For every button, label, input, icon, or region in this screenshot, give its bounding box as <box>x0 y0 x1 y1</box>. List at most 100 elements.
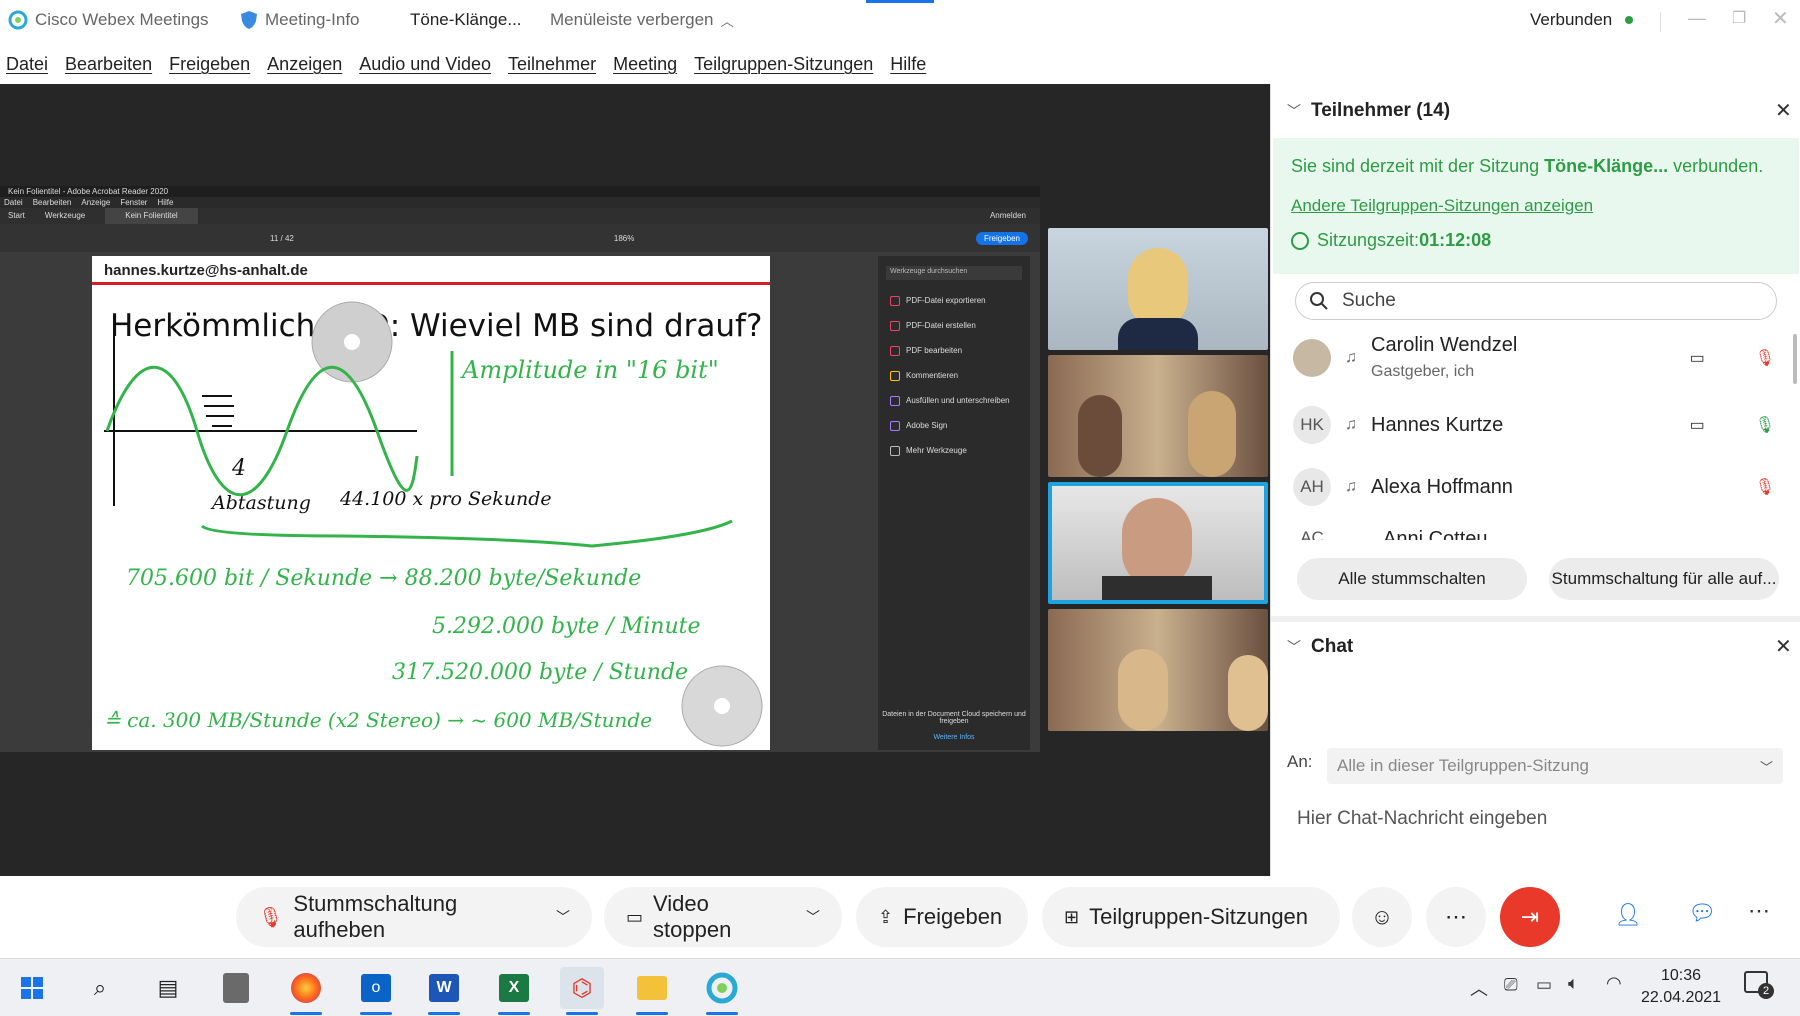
chevron-down-icon[interactable]: ﹀ <box>806 907 820 927</box>
meeting-info-label: Meeting-Info <box>265 10 360 29</box>
word-icon[interactable]: W <box>422 967 466 1015</box>
webex-icon[interactable] <box>700 967 744 1015</box>
chevron-down-icon[interactable]: ﹀ <box>556 907 570 927</box>
muted-mic-icon[interactable]: 🎙︎ <box>1755 348 1775 368</box>
tool-adobe-sign[interactable]: Adobe Sign <box>878 413 1030 438</box>
maximize-icon[interactable]: ❐ <box>1732 8 1746 28</box>
unmute-button[interactable]: 🎙︎ Stummschaltung aufheben ﹀ <box>236 887 592 947</box>
acrobat-zoom[interactable]: 186% <box>614 234 634 243</box>
acrobat-icon[interactable]: ⌬ <box>560 967 604 1015</box>
tool-create-pdf[interactable]: PDF-Datei erstellen <box>878 313 1030 338</box>
acrobat-menu-item[interactable]: Datei <box>4 197 23 208</box>
muted-mic-icon[interactable]: 🎙︎ <box>1755 477 1775 497</box>
video-tile-active[interactable] <box>1048 482 1268 604</box>
menu-teilgruppen[interactable]: Teilgruppen-Sitzungen <box>694 54 873 75</box>
file-explorer-icon[interactable] <box>630 967 674 1015</box>
more-info-link[interactable]: Weitere Infos <box>882 734 1026 741</box>
acrobat-tab-tools[interactable]: Werkzeuge <box>45 208 85 224</box>
acrobat-menu-item[interactable]: Bearbeiten <box>33 197 72 208</box>
session-tab[interactable]: Töne-Klänge... <box>410 10 522 30</box>
acrobat-menu-item[interactable]: Hilfe <box>157 197 173 208</box>
chat-title: Chat <box>1311 636 1354 657</box>
tool-edit-pdf[interactable]: PDF bearbeiten <box>878 338 1030 363</box>
video-tile[interactable] <box>1048 355 1268 477</box>
participants-header[interactable]: ﹀ Teilnehmer (14) <box>1287 100 1450 122</box>
video-tile[interactable] <box>1048 609 1268 731</box>
excel-icon[interactable]: X <box>492 967 536 1015</box>
close-participants-icon[interactable]: ✕ <box>1775 98 1792 123</box>
chat-message-input[interactable]: Hier Chat-Nachricht eingeben <box>1297 808 1777 848</box>
chat-recipient-select[interactable]: Alle in dieser Teilgruppen-Sitzung ﹀ <box>1327 748 1783 784</box>
tool-more[interactable]: Mehr Werkzeuge <box>878 438 1030 463</box>
menu-freigeben[interactable]: Freigeben <box>169 54 250 75</box>
firefox-icon[interactable] <box>284 967 328 1015</box>
acrobat-menu-item[interactable]: Fenster <box>120 197 147 208</box>
chevron-up-icon[interactable]: ︿ <box>1470 975 1488 1001</box>
more-options-button[interactable]: ⋯ <box>1426 887 1486 947</box>
tool-comment[interactable]: Kommentieren <box>878 363 1030 388</box>
share-button[interactable]: ⇪ Freigeben <box>856 887 1028 947</box>
device-icon[interactable]: ⎚ <box>1504 975 1518 995</box>
acrobat-menu-item[interactable]: Anzeige <box>81 197 110 208</box>
acrobat-tool-search[interactable]: Werkzeuge durchsuchen <box>886 266 1022 280</box>
menu-meeting[interactable]: Meeting <box>613 54 677 75</box>
participant-search-input[interactable]: Suche <box>1295 282 1777 320</box>
participant-list-scrollbar[interactable] <box>1793 334 1797 384</box>
acrobat-page-number[interactable]: 11 / 42 <box>270 234 294 243</box>
wifi-icon[interactable]: ◠ <box>1606 973 1622 994</box>
leave-meeting-button[interactable]: ⇥ <box>1500 887 1560 947</box>
menu-datei[interactable]: Datei <box>6 54 48 75</box>
minimize-icon[interactable]: — <box>1688 8 1706 29</box>
volume-icon[interactable]: 🔈︎ <box>1568 973 1579 994</box>
hide-menu-button[interactable]: Menüleiste verbergen ︿ <box>550 10 734 30</box>
search-icon[interactable]: ⌕ <box>78 967 122 1009</box>
clock-date: 22.04.2021 <box>1640 989 1722 1006</box>
participant-role: Gastgeber, ich <box>1371 363 1475 380</box>
participant-row[interactable]: ♫ Carolin Wendzel Gastgeber, ich ▭ 🎙︎ <box>1293 334 1783 381</box>
other-sessions-link[interactable]: Andere Teilgruppen-Sitzungen anzeigen <box>1291 196 1593 216</box>
participant-row[interactable]: AH ♫ Alexa Hoffmann 🎙︎ <box>1293 468 1783 506</box>
task-view-icon[interactable]: ▤ <box>146 967 190 1009</box>
tool-export-pdf[interactable]: PDF-Datei exportieren <box>878 288 1030 313</box>
video-camera-icon[interactable]: ▭ <box>1690 348 1705 368</box>
divider <box>1660 12 1661 32</box>
hide-menu-label: Menüleiste verbergen <box>550 10 714 29</box>
notification-center-icon[interactable]: 2 <box>1744 971 1774 999</box>
menu-anzeigen[interactable]: Anzeigen <box>267 54 342 75</box>
unmute-all-button[interactable]: Stummschaltung für alle auf... <box>1549 558 1779 600</box>
battery-icon[interactable]: ▭ <box>1536 975 1552 995</box>
close-chat-icon[interactable]: ✕ <box>1775 634 1792 659</box>
calculator-icon[interactable] <box>214 967 258 1009</box>
reactions-button[interactable]: ☺ <box>1352 887 1412 947</box>
mute-all-button[interactable]: Alle stummschalten <box>1297 558 1527 600</box>
acrobat-login[interactable]: Anmelden <box>990 208 1026 224</box>
tool-fill-sign[interactable]: Ausfüllen und unterschreiben <box>878 388 1030 413</box>
participants-panel-icon[interactable]: 👤︎ <box>1614 902 1642 928</box>
menu-hilfe[interactable]: Hilfe <box>890 54 926 75</box>
session-info-text: Sie sind derzeit mit der Sitzung Töne-Kl… <box>1291 156 1763 177</box>
outlook-icon[interactable]: o <box>354 967 398 1015</box>
more-panels-icon[interactable]: ⋯ <box>1748 898 1770 924</box>
menu-teilnehmer[interactable]: Teilnehmer <box>508 54 596 75</box>
session-time-label: Sitzungszeit: <box>1317 230 1420 250</box>
acrobat-share-button[interactable]: Freigeben <box>975 231 1028 245</box>
close-icon[interactable]: ✕ <box>1772 6 1789 31</box>
meeting-info-button[interactable]: Meeting-Info <box>240 10 360 30</box>
acrobat-tab-start[interactable]: Start <box>8 208 25 224</box>
video-camera-icon[interactable]: ▭ <box>1690 415 1705 435</box>
windows-start-icon[interactable] <box>10 967 54 1009</box>
video-tile[interactable] <box>1048 228 1268 350</box>
breakout-button[interactable]: ⊞ Teilgruppen-Sitzungen <box>1042 887 1340 947</box>
clock[interactable]: 10:36 22.04.2021 <box>1636 967 1726 1007</box>
notification-badge: 2 <box>1758 983 1774 999</box>
video-stop-button[interactable]: ▭ Video stoppen ﹀ <box>604 887 842 947</box>
participant-row[interactable]: HK ♫ Hannes Kurtze ▭ 🎙︎ <box>1293 406 1783 444</box>
chat-header[interactable]: ﹀ Chat <box>1287 636 1353 658</box>
acrobat-tab-document[interactable]: Kein Folientitel <box>105 208 198 224</box>
person-silhouette <box>1188 391 1236 477</box>
active-mic-icon[interactable]: 🎙︎ <box>1755 415 1775 435</box>
menu-audio-video[interactable]: Audio und Video <box>359 54 491 75</box>
breakout-label: Teilgruppen-Sitzungen <box>1089 904 1309 929</box>
chat-panel-icon[interactable]: 💬︎ <box>1688 900 1716 926</box>
menu-bearbeiten[interactable]: Bearbeiten <box>65 54 152 75</box>
